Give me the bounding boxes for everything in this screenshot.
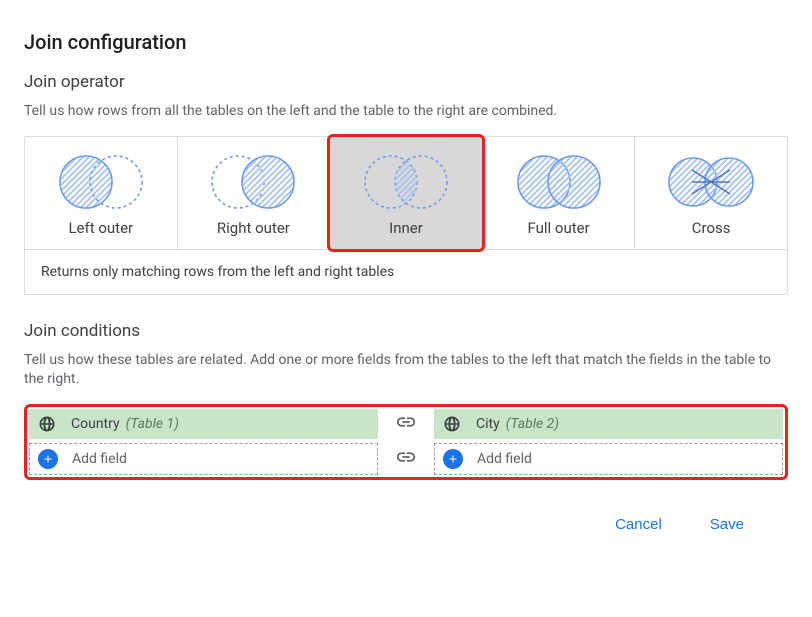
- operator-selected-description: Returns only matching rows from the left…: [25, 249, 787, 294]
- operator-option-right-outer[interactable]: Right outer: [178, 137, 331, 249]
- operator-label: Inner: [336, 219, 476, 237]
- venn-left-outer-icon: [31, 151, 171, 213]
- add-left-field-button[interactable]: Add field: [30, 444, 377, 474]
- add-field-label: Add field: [72, 451, 127, 467]
- venn-cross-icon: [641, 151, 781, 213]
- cancel-button[interactable]: Cancel: [605, 508, 672, 541]
- operator-option-left-outer[interactable]: Left outer: [25, 137, 178, 249]
- operator-label: Right outer: [184, 219, 324, 237]
- save-button[interactable]: Save: [700, 508, 754, 541]
- operator-label: Cross: [641, 219, 781, 237]
- add-field-label: Add field: [477, 451, 532, 467]
- left-field-source: (Table 1): [126, 416, 179, 432]
- conditions-description: Tell us how these tables are related. Ad…: [24, 351, 788, 390]
- venn-inner-icon: [336, 151, 476, 213]
- link-icon: [395, 446, 417, 472]
- add-right-field-button[interactable]: Add field: [435, 444, 782, 474]
- conditions-panel: Country (Table 1) City (Table: [24, 404, 788, 480]
- operator-label: Full outer: [489, 219, 629, 237]
- dialog-title: Join configuration: [24, 30, 788, 54]
- operator-heading: Join operator: [24, 72, 788, 92]
- operator-option-cross[interactable]: Cross: [635, 137, 787, 249]
- operator-option-inner[interactable]: Inner: [330, 137, 483, 249]
- operator-description: Tell us how rows from all the tables on …: [24, 102, 788, 122]
- plus-icon: [443, 449, 463, 469]
- venn-right-outer-icon: [184, 151, 324, 213]
- operator-label: Left outer: [31, 219, 171, 237]
- right-field-name: City: [476, 416, 500, 432]
- globe-icon: [37, 414, 57, 434]
- left-field-name: Country: [71, 416, 120, 432]
- plus-icon: [38, 449, 58, 469]
- globe-icon: [442, 414, 462, 434]
- conditions-heading: Join conditions: [24, 321, 788, 341]
- right-field-pill[interactable]: City (Table 2): [434, 409, 783, 439]
- link-icon: [395, 411, 417, 437]
- operator-option-full-outer[interactable]: Full outer: [483, 137, 636, 249]
- venn-full-outer-icon: [489, 151, 629, 213]
- left-field-pill[interactable]: Country (Table 1): [29, 409, 378, 439]
- right-field-source: (Table 2): [506, 416, 559, 432]
- operator-panel: Left outer Right outer: [24, 136, 788, 295]
